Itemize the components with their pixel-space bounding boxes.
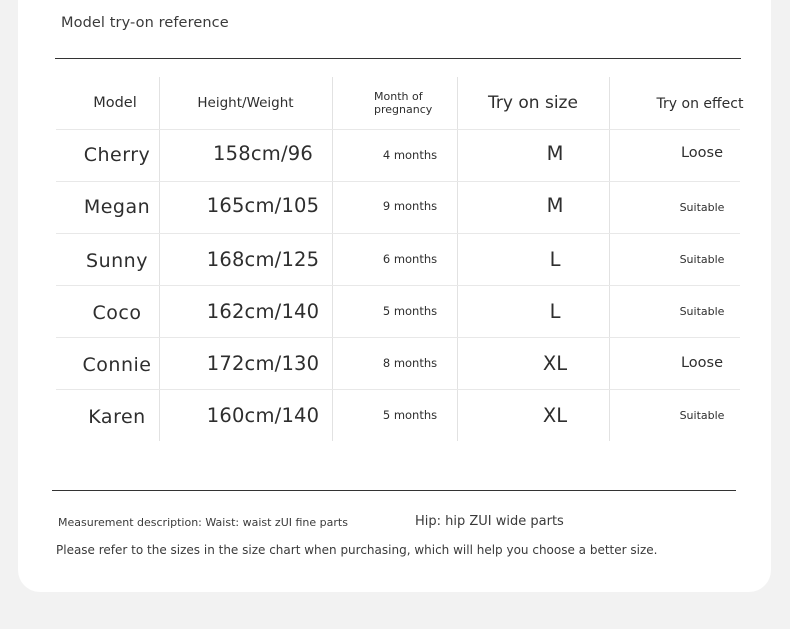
content-card: Model try-on reference Model Height/Weig… (18, 0, 771, 592)
size-value: L (549, 299, 561, 323)
size-chart-note: Please refer to the sizes in the size ch… (56, 543, 658, 557)
top-divider (55, 58, 741, 59)
hip-note: Hip: hip ZUI wide parts (415, 514, 564, 529)
header-month-line2: pregnancy (374, 103, 433, 116)
page-title: Model try-on reference (61, 15, 229, 31)
month-value: 9 months (382, 199, 438, 213)
month-value: 6 months (382, 252, 438, 266)
try-on-table: Model Height/Weight Month of pregnancy T… (56, 77, 743, 441)
header-try-on-size: Try on size (488, 93, 578, 113)
bottom-divider (52, 490, 736, 491)
effect-value: Loose (680, 145, 724, 161)
height-weight-value: 165cm/105 (206, 193, 320, 217)
header-month-line1: Month of (374, 90, 423, 103)
month-value: 5 months (382, 408, 438, 422)
header-try-on-effect: Try on effect (656, 96, 744, 112)
measurement-note: Measurement description: Waist: waist zU… (58, 516, 348, 529)
effect-value: Loose (680, 355, 724, 371)
effect-value: Suitable (679, 408, 725, 422)
effect-value: Suitable (679, 304, 725, 318)
effect-value: Suitable (679, 252, 725, 266)
height-weight-value: 168cm/125 (206, 247, 320, 271)
height-weight-value: 162cm/140 (206, 299, 320, 323)
size-value: L (549, 247, 561, 271)
size-value: M (546, 193, 564, 217)
column-divider (457, 77, 458, 441)
header-month-of-pregnancy: Month of pregnancy (374, 77, 454, 129)
height-weight-value: 158cm/96 (213, 141, 313, 165)
height-weight-value: 172cm/130 (206, 351, 320, 375)
effect-value: Suitable (679, 200, 725, 214)
header-model: Model (93, 95, 137, 111)
header-height-weight: Height/Weight (197, 95, 294, 111)
size-value: M (546, 141, 564, 165)
height-weight-value: 160cm/140 (206, 403, 320, 427)
month-value: 8 months (382, 356, 438, 370)
month-value: 5 months (382, 304, 438, 318)
size-value: XL (542, 403, 568, 427)
month-value: 4 months (382, 148, 438, 162)
size-value: XL (542, 351, 568, 375)
